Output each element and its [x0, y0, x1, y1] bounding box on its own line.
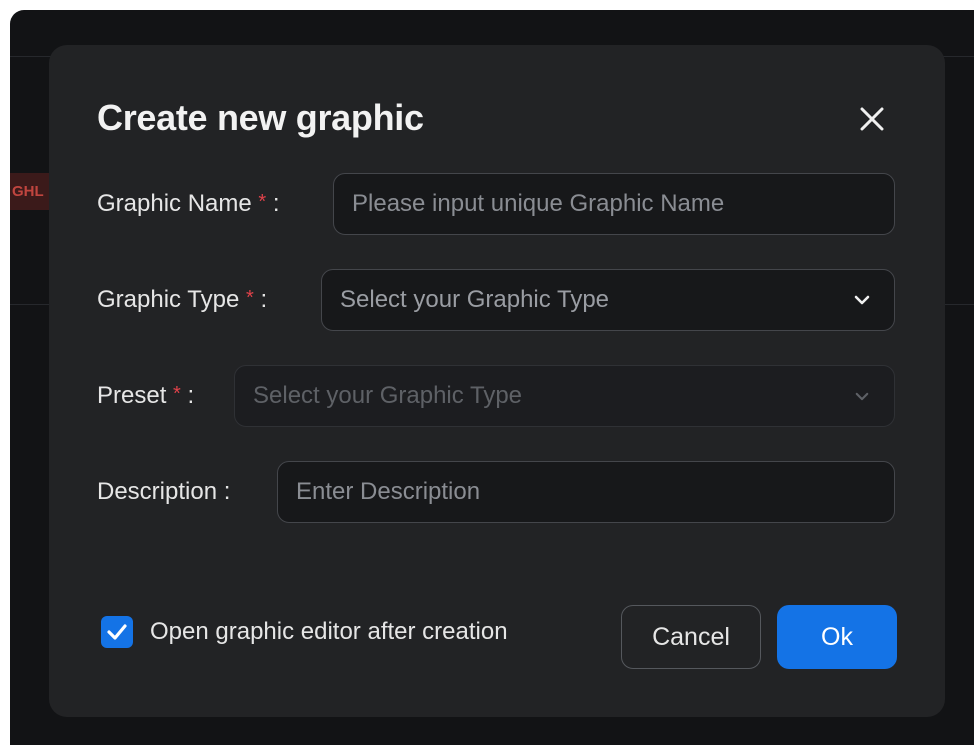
graphic-type-placeholder: Select your Graphic Type	[340, 286, 610, 313]
chevron-down-icon	[842, 392, 882, 401]
preset-select: Select your Graphic Type	[234, 365, 895, 427]
preset-label-text: Preset	[97, 382, 167, 409]
graphic-type-label-text: Graphic Type	[97, 286, 240, 313]
graphic-name-field[interactable]	[333, 173, 895, 235]
required-mark: *	[245, 287, 254, 309]
close-icon[interactable]	[855, 102, 889, 136]
required-mark: *	[258, 191, 267, 213]
label-colon: :	[260, 286, 268, 313]
create-graphic-dialog: Create new graphic Graphic Name * : Grap…	[49, 45, 945, 717]
cancel-button[interactable]: Cancel	[621, 605, 761, 669]
preset-label: Preset * :	[97, 382, 194, 410]
graphic-name-label-text: Graphic Name	[97, 190, 252, 217]
description-label-text: Description	[97, 478, 218, 505]
description-label: Description :	[97, 478, 230, 506]
graphic-type-label: Graphic Type * :	[97, 286, 267, 314]
dialog-title: Create new graphic	[97, 97, 424, 138]
checkbox-box[interactable]	[101, 616, 133, 648]
graphic-type-select[interactable]: Select your Graphic Type	[321, 269, 895, 331]
graphic-name-label: Graphic Name * :	[97, 190, 280, 218]
description-field[interactable]	[277, 461, 895, 523]
open-editor-checkbox[interactable]: Open graphic editor after creation	[101, 616, 508, 648]
graphic-name-input[interactable]	[352, 190, 894, 218]
label-colon: :	[223, 478, 231, 505]
check-icon	[107, 624, 127, 640]
background-tag: GHL	[10, 173, 50, 210]
checkbox-label: Open graphic editor after creation	[150, 618, 508, 645]
label-colon: :	[187, 382, 195, 409]
chevron-down-icon	[842, 295, 882, 305]
ok-button[interactable]: Ok	[777, 605, 897, 669]
description-input[interactable]	[296, 478, 894, 506]
required-mark: *	[173, 383, 181, 405]
preset-placeholder: Select your Graphic Type	[253, 382, 523, 409]
label-colon: :	[272, 190, 280, 217]
